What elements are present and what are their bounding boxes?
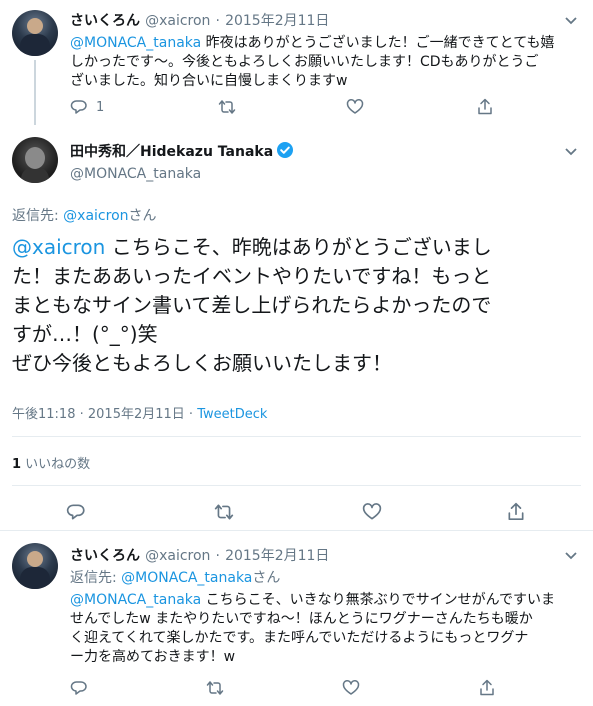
tweet-text-line: た！またああいったイベントやりたいですね！もっと	[12, 264, 492, 288]
tweet-text-line: く迎えてくれて楽しかたです。また呼んでいただけるようにもっとワグナ	[70, 630, 529, 646]
likes-stat[interactable]: 1 いいねの数	[12, 453, 90, 472]
tweet-text-line: こちらこそ、いきなり無茶ぶりでサインせがんですいま	[201, 592, 555, 608]
divider	[12, 485, 581, 486]
separator: ·	[75, 407, 88, 422]
share-button[interactable]	[478, 679, 496, 697]
tweet-header: さいくろん @xaicron · 2015年2月11日	[70, 10, 329, 30]
like-button[interactable]	[342, 679, 360, 697]
reply-label: 返信先:	[70, 570, 122, 586]
tweet-text-line: ざいました。知り合いに自慢しまくりますw	[70, 73, 348, 89]
display-name[interactable]: さいくろん	[70, 548, 140, 564]
tweet-meta: 午後11:18 · 2015年2月11日 · TweetDeck	[12, 403, 267, 422]
source-link[interactable]: TweetDeck	[197, 407, 267, 422]
mention-link[interactable]: @MONACA_tanaka	[70, 35, 201, 51]
chevron-down-icon[interactable]	[563, 12, 579, 28]
reply-context: 返信先: @MONACA_tanakaさん	[70, 567, 280, 587]
tweet-text-line: ぜひ今後ともよろしくお願いいたします！	[12, 351, 392, 375]
tweet-text: @MONACA_tanaka 昨夜はありがとうございました！ご一緒できてとても嬉…	[70, 34, 580, 91]
tweet-text-line: しかったです〜。今後ともよろしくお願いいたします！CDもありがとうご	[70, 54, 539, 70]
reply-button[interactable]: 1	[70, 98, 104, 116]
chevron-down-icon[interactable]	[563, 547, 579, 563]
likes-label: いいねの数	[21, 457, 91, 472]
likes-count: 1	[12, 457, 22, 472]
tweet-handle-row: @MONACA_tanaka	[70, 163, 201, 182]
tweet-date[interactable]: 2015年2月11日	[225, 548, 329, 564]
retweet-icon	[214, 504, 234, 520]
share-icon	[508, 502, 524, 521]
chevron-down-icon[interactable]	[563, 143, 579, 159]
thread-line	[34, 60, 36, 125]
tweet-date[interactable]: 2015年2月11日	[225, 13, 329, 29]
heart-icon	[362, 503, 382, 520]
tweet-actions: 1	[70, 98, 580, 118]
share-icon	[480, 679, 494, 696]
like-button[interactable]	[346, 98, 364, 116]
avatar[interactable]	[12, 543, 58, 589]
verified-badge-icon	[277, 142, 294, 158]
display-name[interactable]: さいくろん	[70, 13, 140, 29]
tweet-text: @MONACA_tanaka こちらこそ、いきなり無茶ぶりでサインせがんですいま…	[70, 591, 585, 667]
user-handle[interactable]: @xaicron	[145, 13, 210, 29]
separator: ·	[215, 548, 220, 564]
avatar[interactable]	[12, 10, 58, 56]
tweet-actions	[70, 679, 580, 699]
display-name[interactable]: 田中秀和／Hidekazu Tanaka	[70, 144, 273, 160]
retweet-icon	[218, 100, 236, 114]
tweet-xaicron-2[interactable]: さいくろん @xaicron · 2015年2月11日 返信先: @MONACA…	[0, 531, 593, 706]
tweet-text-line: ー力を高めておきます！w	[70, 649, 236, 665]
tweet-text-line: 昨夜はありがとうございました！ご一緒できてとても嬉	[201, 35, 555, 51]
reply-to-link[interactable]: @MONACA_tanaka	[121, 570, 252, 586]
share-button[interactable]	[506, 502, 526, 522]
reply-suffix: さん	[252, 570, 281, 586]
reply-icon	[66, 504, 85, 520]
reply-label: 返信先:	[12, 208, 64, 224]
tweet-text-line: せんでしたw またやりたいですね〜！ほんとうにワグナーさんたちも暖か	[70, 611, 533, 627]
tweet-tanaka-main: 田中秀和／Hidekazu Tanaka @MONACA_tanaka 返信先:…	[0, 125, 593, 530]
mention-link[interactable]: @MONACA_tanaka	[70, 592, 201, 608]
share-button[interactable]	[476, 98, 494, 116]
retweet-button[interactable]	[218, 98, 236, 116]
separator: ·	[215, 13, 220, 29]
separator: ·	[184, 407, 198, 422]
retweet-button[interactable]	[214, 502, 234, 522]
reply-button[interactable]	[70, 679, 88, 697]
tweet-xaicron-1[interactable]: さいくろん @xaicron · 2015年2月11日 @MONACA_tana…	[0, 0, 593, 125]
tweet-text-line: こちらこそ、昨晩はありがとうございまし	[105, 235, 492, 259]
tweet-date[interactable]: 2015年2月11日	[88, 407, 185, 422]
tweet-text: @xaicron こちらこそ、昨晩はありがとうございまし た！またああいったイベ…	[12, 233, 582, 378]
tweet-header: 田中秀和／Hidekazu Tanaka	[70, 141, 294, 161]
tweet-text-line: まともなサイン書いて差し上げられたらよかったので	[12, 293, 492, 317]
divider	[12, 436, 581, 437]
user-handle[interactable]: @xaicron	[145, 548, 210, 564]
tweet-header: さいくろん @xaicron · 2015年2月11日	[70, 545, 329, 565]
heart-icon	[342, 680, 360, 695]
reply-context: 返信先: @xaicronさん	[12, 205, 157, 225]
reply-button[interactable]	[66, 502, 86, 522]
retweet-button[interactable]	[206, 679, 224, 697]
avatar[interactable]	[12, 137, 58, 183]
reply-count: 1	[96, 99, 105, 115]
mention-link[interactable]: @xaicron	[12, 235, 105, 259]
tweet-actions	[66, 502, 536, 522]
reply-suffix: さん	[128, 208, 157, 224]
heart-icon	[346, 99, 364, 114]
reply-icon	[70, 100, 87, 114]
reply-to-link[interactable]: @xaicron	[63, 208, 128, 224]
like-button[interactable]	[362, 502, 382, 522]
tweet-text-line: すが…！(°_°)笑	[12, 322, 158, 346]
share-icon	[478, 98, 492, 115]
user-handle[interactable]: @MONACA_tanaka	[70, 166, 201, 182]
retweet-icon	[206, 681, 224, 695]
reply-icon	[70, 681, 87, 695]
tweet-time[interactable]: 午後11:18	[12, 407, 75, 422]
